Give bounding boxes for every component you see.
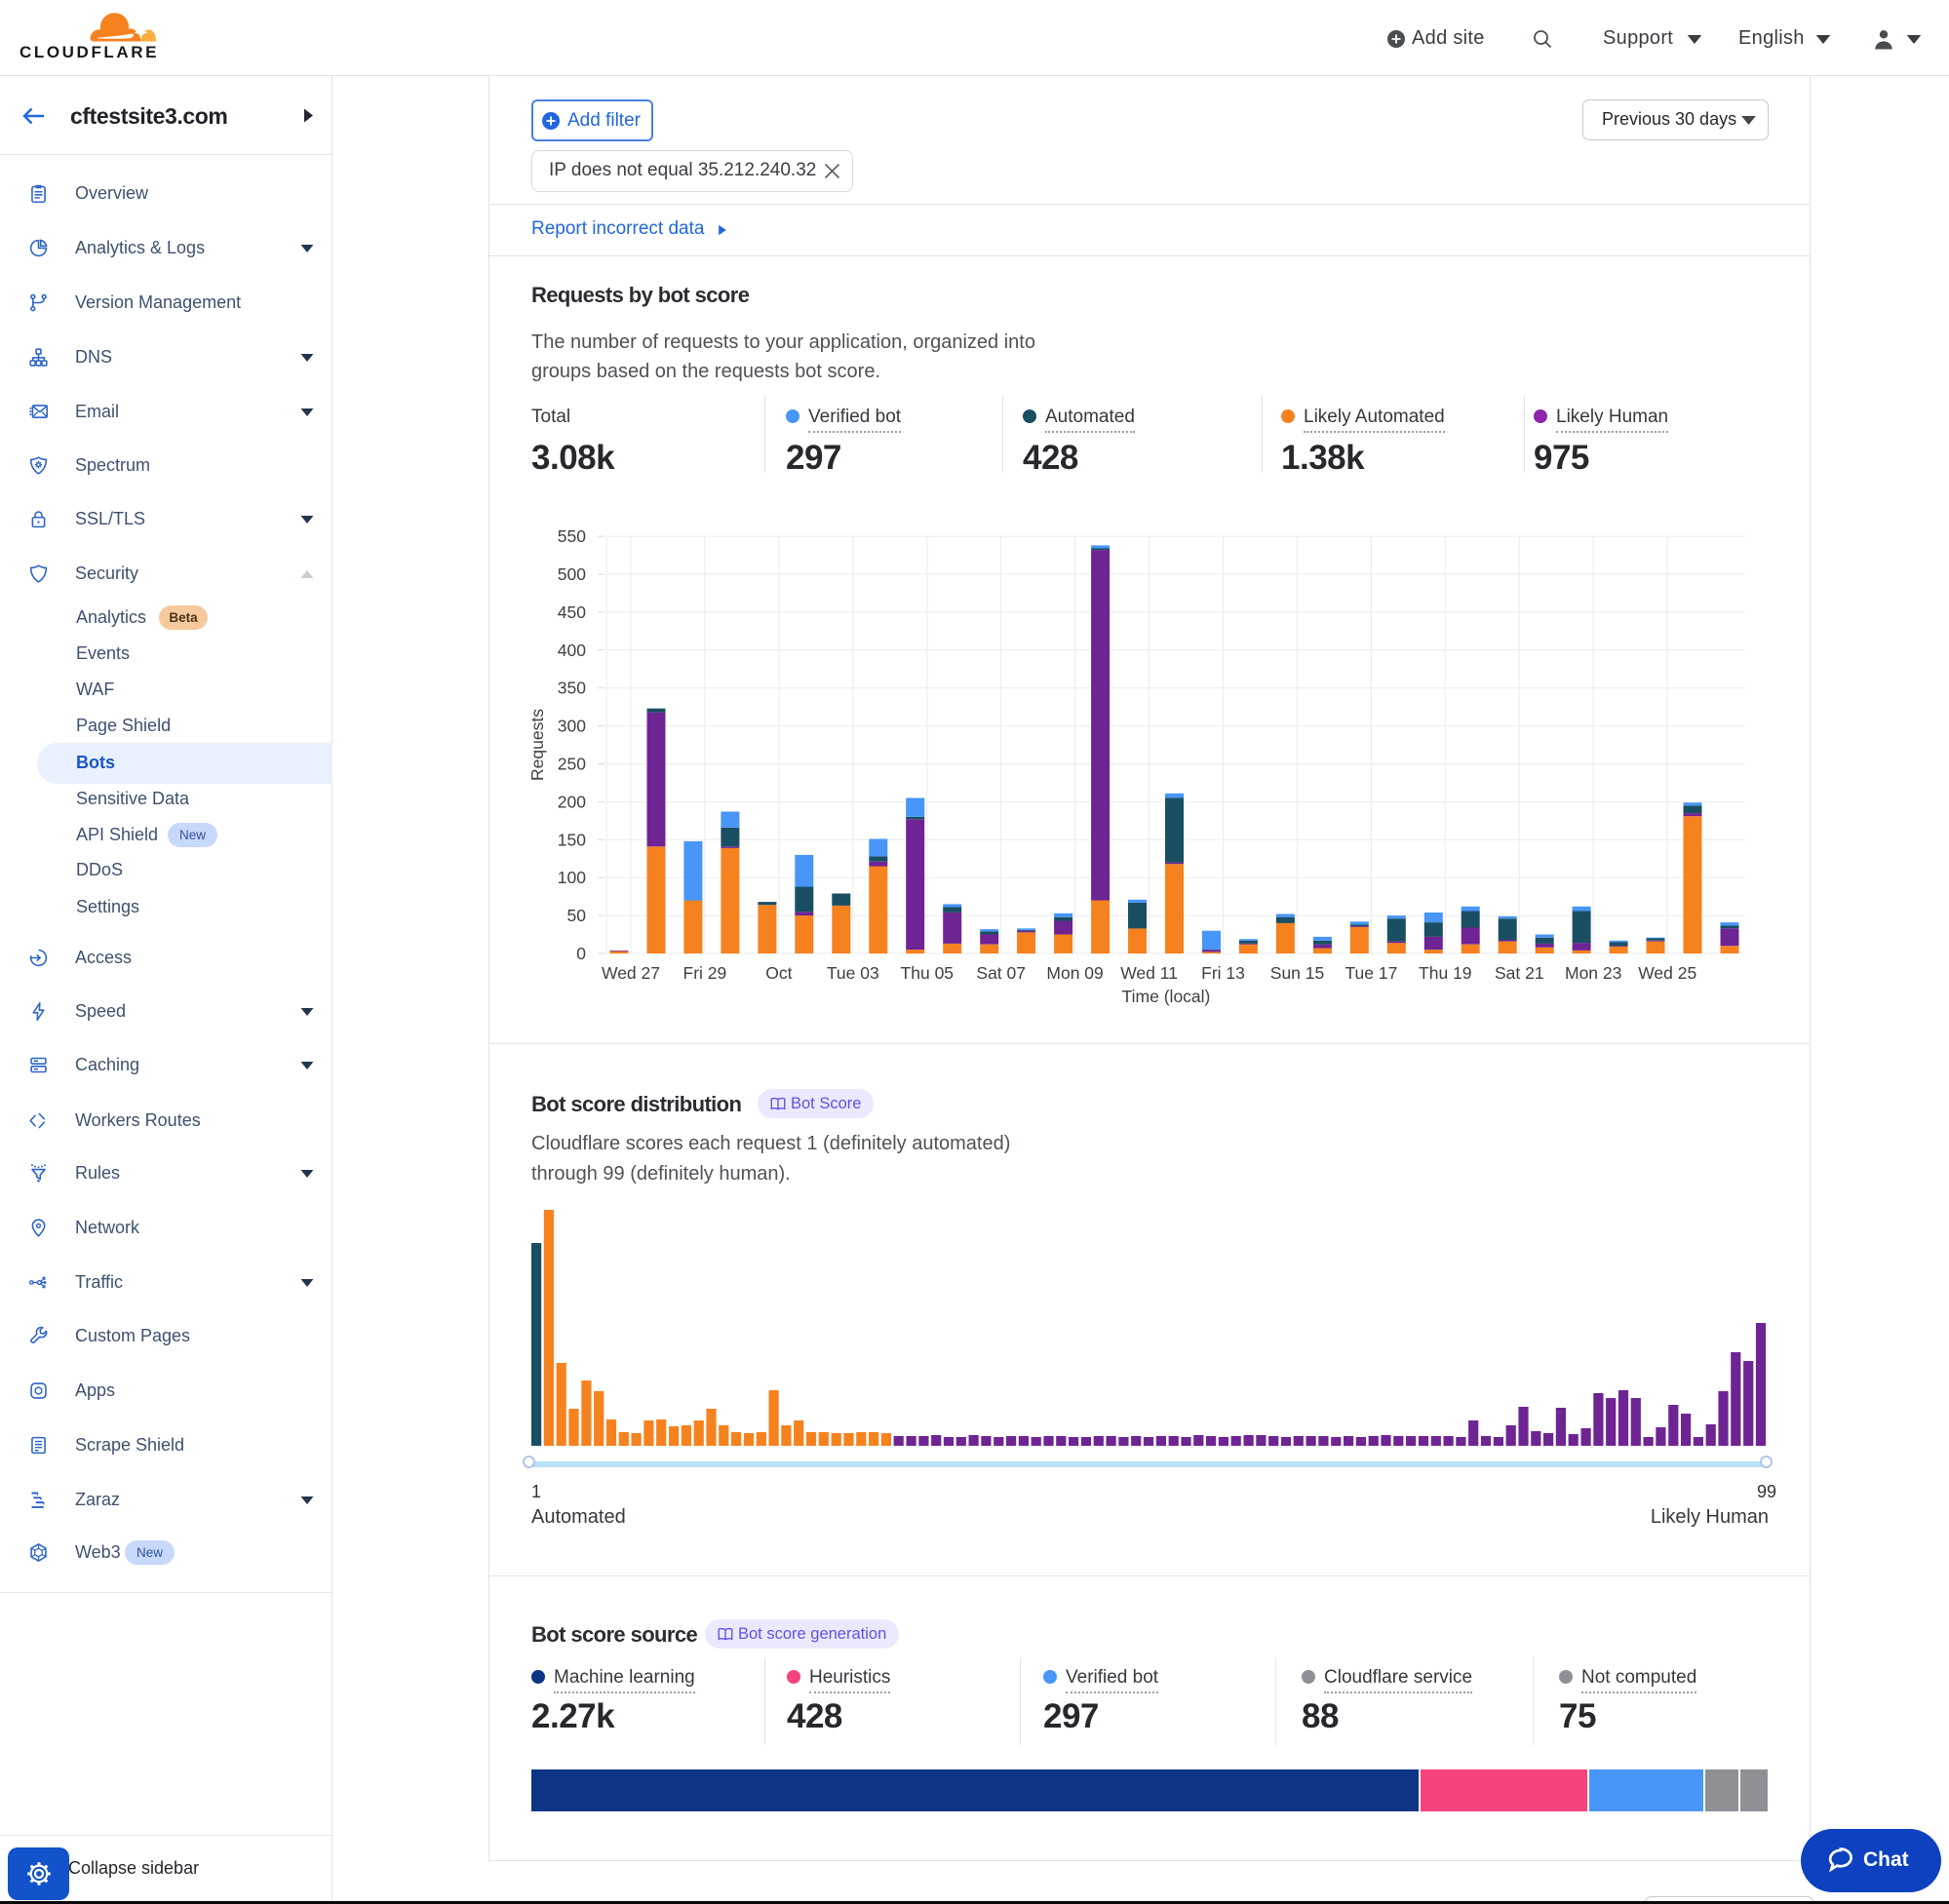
svg-text:Sat 21: Sat 21 [1495, 963, 1544, 983]
svg-text:350: 350 [558, 679, 586, 698]
svg-text:50: 50 [567, 906, 587, 925]
svg-text:Fri 13: Fri 13 [1201, 963, 1245, 983]
svg-text:Wed 25: Wed 25 [1638, 963, 1696, 983]
svg-text:200: 200 [558, 792, 586, 811]
svg-text:Oct: Oct [765, 963, 792, 983]
svg-text:100: 100 [558, 868, 586, 887]
svg-text:Wed 27: Wed 27 [602, 963, 660, 983]
svg-text:450: 450 [558, 602, 586, 622]
svg-text:150: 150 [558, 830, 586, 849]
svg-text:300: 300 [558, 717, 586, 736]
svg-text:Mon 09: Mon 09 [1046, 963, 1103, 983]
svg-text:Time (local): Time (local) [1122, 987, 1211, 1006]
svg-text:500: 500 [558, 564, 586, 584]
svg-text:Mon 23: Mon 23 [1565, 963, 1621, 983]
svg-text:0: 0 [576, 944, 586, 963]
svg-text:250: 250 [558, 755, 586, 774]
svg-text:Thu 05: Thu 05 [901, 963, 954, 983]
svg-text:550: 550 [558, 526, 586, 546]
svg-text:Tue 17: Tue 17 [1345, 963, 1397, 983]
svg-text:Tue 03: Tue 03 [827, 963, 879, 983]
svg-text:Wed 11: Wed 11 [1120, 963, 1178, 983]
svg-text:Fri 29: Fri 29 [683, 963, 727, 983]
svg-text:Thu 19: Thu 19 [1419, 963, 1471, 983]
svg-text:Requests: Requests [527, 709, 547, 781]
svg-text:Sat 07: Sat 07 [976, 963, 1026, 983]
svg-text:400: 400 [558, 641, 586, 660]
svg-text:Sun 15: Sun 15 [1270, 963, 1324, 983]
